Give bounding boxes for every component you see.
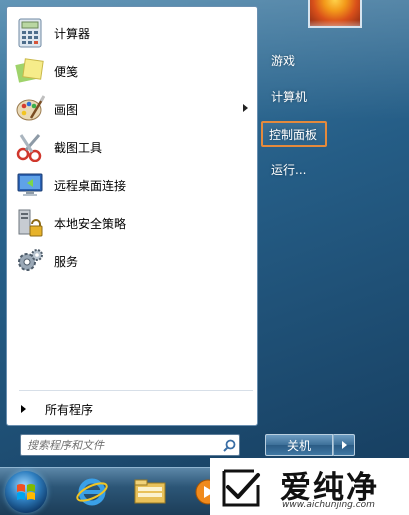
right-link-control-panel[interactable]: 控制面板: [261, 121, 327, 147]
services-icon: [14, 245, 46, 277]
program-item-sticky-notes[interactable]: 便笺: [10, 53, 254, 89]
program-label: 截图工具: [54, 140, 103, 155]
shutdown-options-button[interactable]: [333, 434, 355, 456]
right-link-run[interactable]: 运行...: [265, 157, 312, 181]
program-label: 远程桌面连接: [54, 178, 127, 193]
search-box[interactable]: [20, 434, 240, 456]
program-list-pane: 计算器 便笺 画图 截图工具 远程桌面连接 本地安全策略 服务 所有程序: [6, 6, 258, 426]
internet-explorer-icon[interactable]: [66, 472, 118, 512]
user-picture[interactable]: [308, 0, 362, 28]
chevron-right-icon: [341, 441, 347, 449]
program-label: 本地安全策略: [54, 216, 127, 231]
program-label: 服务: [54, 254, 79, 269]
program-label: 计算器: [54, 26, 91, 41]
program-label: 画图: [54, 102, 79, 117]
program-item-services[interactable]: 服务: [10, 243, 254, 279]
search-icon[interactable]: [219, 436, 239, 454]
program-label: 便笺: [54, 64, 79, 79]
paint-icon: [14, 93, 46, 125]
right-link-games[interactable]: 游戏: [265, 48, 301, 72]
sticky-notes-icon: [14, 55, 46, 87]
start-menu: 计算器 便笺 画图 截图工具 远程桌面连接 本地安全策略 服务 所有程序 搜索程…: [0, 0, 409, 467]
program-item-paint[interactable]: 画图: [10, 91, 254, 127]
watermark-url: www.aichunjing.com: [282, 500, 375, 510]
snipping-tool-icon: [14, 131, 46, 163]
program-item-snipping-tool[interactable]: 截图工具: [10, 129, 254, 165]
file-explorer-icon[interactable]: [124, 472, 176, 512]
all-programs-label: 所有程序: [45, 402, 94, 417]
program-item-remote-desktop[interactable]: 远程桌面连接: [10, 167, 254, 203]
right-link-computer[interactable]: 计算机: [265, 84, 313, 108]
security-policy-icon: [14, 207, 46, 239]
all-programs-button[interactable]: 所有程序: [15, 397, 251, 421]
submenu-arrow-icon[interactable]: [243, 104, 248, 112]
program-item-local-security-policy[interactable]: 本地安全策略: [10, 205, 254, 241]
start-orb-icon[interactable]: [5, 471, 47, 513]
watermark: 爱纯净 www.aichunjing.com: [210, 458, 409, 515]
watermark-logo-icon: [222, 469, 260, 506]
search-input[interactable]: [21, 436, 219, 454]
shutdown-button[interactable]: 关机: [265, 434, 333, 456]
separator: [19, 390, 253, 391]
remote-desktop-icon: [14, 169, 46, 201]
expand-arrow-icon: [21, 405, 26, 413]
calculator-icon: [14, 17, 46, 49]
program-item-calculator[interactable]: 计算器: [10, 15, 254, 51]
